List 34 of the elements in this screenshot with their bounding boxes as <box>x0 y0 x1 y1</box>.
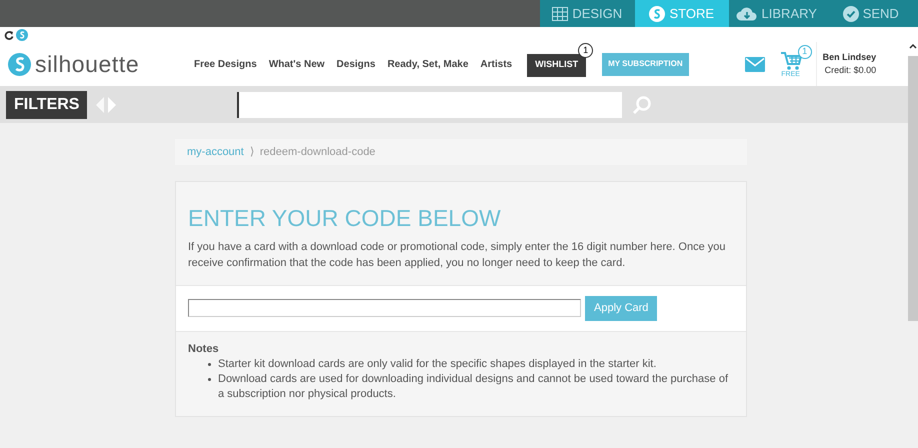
card-heading: ENTER YOUR CODE BELOW <box>188 204 502 233</box>
search-field[interactable] <box>237 92 622 118</box>
cart-icon[interactable] <box>780 50 802 70</box>
intro-text: If you have a card with a download code or promotional code, simply enter the 16 digit number here. Once you receive confirmation that the code has been applied, you no longer need to keep the card. <box>188 240 726 271</box>
bullet-icon <box>208 362 211 366</box>
nav-link[interactable]: Ready, Set, Make <box>387 56 468 72</box>
cloud-download-icon <box>736 6 758 20</box>
nav-link[interactable]: What's New <box>268 56 325 72</box>
breadcrumb-current: redeem-download-code <box>260 144 376 160</box>
nav-link[interactable]: Designs <box>336 56 376 72</box>
scrollbar-thumb[interactable] <box>908 56 918 321</box>
code-field[interactable] <box>188 299 581 318</box>
notes-title: Notes <box>188 342 220 357</box>
grid-icon <box>552 6 568 20</box>
count-badge: 1 <box>578 43 594 58</box>
note-text: Download cards are used for downloading individual designs and cannot be used toward the purchase of a subscription nor physical products. <box>218 372 730 402</box>
search-icon[interactable] <box>632 94 652 114</box>
user-name[interactable]: Ben Lindsey <box>822 50 876 64</box>
logo-text: silhouette <box>35 50 140 79</box>
wishlist-button[interactable]: WISHLIST <box>527 54 586 77</box>
credit-text: Credit: $0.00 <box>824 64 876 77</box>
logo-icon <box>8 52 31 76</box>
refresh-icon[interactable] <box>4 30 14 40</box>
nav-link[interactable]: Free Designs <box>194 56 257 72</box>
mail-icon[interactable] <box>744 56 765 72</box>
count-badge: 1 <box>798 44 812 58</box>
note-text: Starter kit download cards are only valid for the specific shapes displayed in the starter kit. <box>218 356 656 372</box>
logo-icon <box>649 6 666 22</box>
bullet-icon <box>208 378 211 381</box>
scroll-up-icon[interactable] <box>909 42 917 50</box>
check-icon <box>842 6 859 22</box>
filters-button[interactable]: FILTERS <box>6 90 88 118</box>
breadcrumb-separator: ⟩ <box>250 144 254 160</box>
nav-link[interactable]: Artists <box>480 56 512 72</box>
